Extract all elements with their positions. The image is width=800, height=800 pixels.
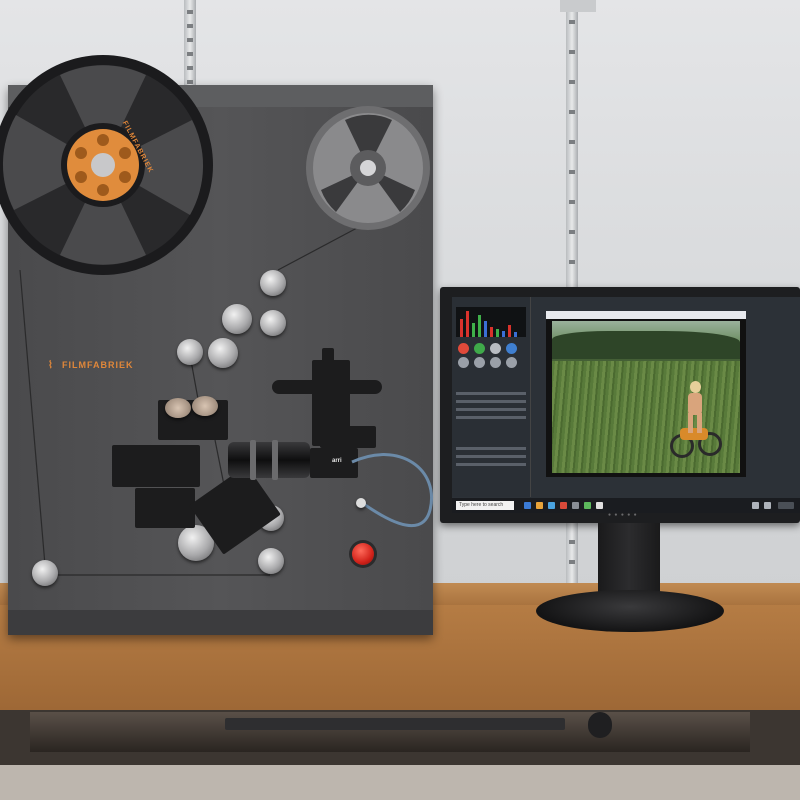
- preview-toolbar: [546, 311, 746, 319]
- color-knob[interactable]: [458, 357, 469, 368]
- monitor-stand-neck: [598, 523, 660, 593]
- system-tray-icon[interactable]: [764, 502, 771, 509]
- exposure-slider[interactable]: [456, 447, 526, 450]
- monitor-controls: ● ● ● ● ●: [608, 512, 638, 518]
- power-indicator-icon: ● ● ● ● ●: [608, 512, 638, 518]
- tree-line: [552, 331, 740, 359]
- exposure-slider[interactable]: [456, 400, 526, 403]
- color-knob[interactable]: [490, 357, 501, 368]
- os-taskbar: Type here to search: [452, 498, 800, 513]
- color-knob[interactable]: [506, 357, 517, 368]
- exposure-slider[interactable]: [456, 392, 526, 395]
- clock[interactable]: [778, 502, 794, 509]
- emergency-stop-button[interactable]: [352, 543, 374, 565]
- taskbar-app-icon[interactable]: [536, 502, 543, 509]
- color-knob[interactable]: [506, 343, 517, 354]
- color-knob[interactable]: [490, 343, 501, 354]
- taskbar-app-icon[interactable]: [572, 502, 579, 509]
- taskbar-app-icon[interactable]: [560, 502, 567, 509]
- color-knob[interactable]: [458, 343, 469, 354]
- taskbar-app-icon[interactable]: [548, 502, 555, 509]
- exposure-slider[interactable]: [456, 416, 526, 419]
- monitor-screen: Type here to search: [452, 297, 800, 513]
- system-tray-icon[interactable]: [752, 502, 759, 509]
- scan-control-panel: [452, 297, 531, 497]
- rgb-histogram: [456, 307, 526, 337]
- cable-connector: [356, 498, 366, 508]
- scanned-frame-preview: [552, 321, 740, 473]
- taskbar-search-input[interactable]: Type here to search: [456, 501, 514, 510]
- color-knob[interactable]: [474, 357, 485, 368]
- color-knob[interactable]: [474, 343, 485, 354]
- monitor-stand-base: [536, 590, 724, 632]
- taskbar-app-icon[interactable]: [584, 502, 591, 509]
- exposure-slider[interactable]: [456, 455, 526, 458]
- exposure-slider[interactable]: [456, 463, 526, 466]
- taskbar-app-icon[interactable]: [596, 502, 603, 509]
- rider: [684, 381, 706, 433]
- exposure-slider[interactable]: [456, 408, 526, 411]
- taskbar-app-icon[interactable]: [524, 502, 531, 509]
